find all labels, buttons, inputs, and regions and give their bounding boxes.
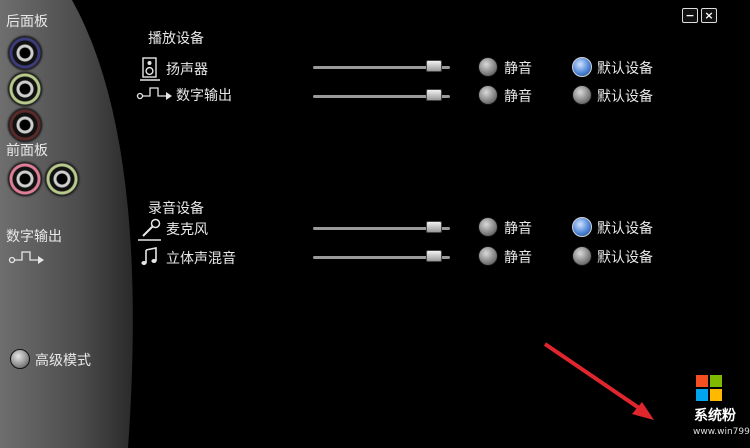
digital-output-icon xyxy=(8,251,44,264)
slider-thumb[interactable] xyxy=(426,221,442,233)
advanced-mode-radio[interactable] xyxy=(10,349,30,369)
minimize-icon: − xyxy=(685,9,695,22)
minimize-button[interactable]: − xyxy=(682,8,698,23)
close-icon: × xyxy=(704,9,714,22)
mute-radio-digital-output[interactable] xyxy=(478,85,498,105)
mute-radio-speaker[interactable] xyxy=(478,57,498,77)
device-name-digital-output: 数字输出 xyxy=(176,88,232,104)
device-name-speaker: 扬声器 xyxy=(166,62,208,78)
watermark-brand: 系统粉 xyxy=(694,408,736,424)
slider-thumb[interactable] xyxy=(426,60,442,72)
back-jack-mic[interactable] xyxy=(8,108,42,142)
slider-thumb[interactable] xyxy=(426,250,442,262)
device-name-microphone: 麦克风 xyxy=(166,222,208,238)
mute-radio-stereo-mix[interactable] xyxy=(478,246,498,266)
microphone-icon xyxy=(138,218,161,241)
mute-label-digital-output: 静音 xyxy=(504,89,532,105)
front-jack-mic[interactable] xyxy=(8,162,42,196)
digital-output-icon xyxy=(136,87,172,100)
default-radio-stereo-mix[interactable] xyxy=(572,246,592,266)
default-radio-speaker[interactable] xyxy=(572,57,592,77)
back-jack-line-in[interactable] xyxy=(8,36,42,70)
default-radio-microphone[interactable] xyxy=(572,217,592,237)
default-label-stereo-mix: 默认设备 xyxy=(597,250,653,266)
volume-slider-speaker[interactable] xyxy=(313,60,450,72)
watermark: 系统粉 www.win7999.com xyxy=(693,375,750,448)
back-jack-line-out[interactable] xyxy=(8,72,42,106)
default-radio-digital-output[interactable] xyxy=(572,85,592,105)
mute-label-speaker: 静音 xyxy=(504,61,532,77)
front-jack-headphone[interactable] xyxy=(45,162,79,196)
slider-thumb[interactable] xyxy=(426,89,442,101)
front-panel-label: 前面板 xyxy=(6,143,48,159)
default-label-speaker: 默认设备 xyxy=(597,61,653,77)
default-label-microphone: 默认设备 xyxy=(597,221,653,237)
mute-label-stereo-mix: 静音 xyxy=(504,250,532,266)
mute-radio-microphone[interactable] xyxy=(478,217,498,237)
recording-heading: 录音设备 xyxy=(148,201,204,217)
close-button[interactable]: × xyxy=(701,8,717,23)
music-note-icon xyxy=(141,247,157,265)
device-name-stereo-mix: 立体声混音 xyxy=(166,251,236,267)
speaker-icon xyxy=(140,57,160,81)
advanced-mode-label[interactable]: 高级模式 xyxy=(35,350,91,370)
digital-out-label: 数字输出 xyxy=(6,229,62,245)
volume-slider-digital-output[interactable] xyxy=(313,89,450,101)
back-panel-label: 后面板 xyxy=(6,14,48,30)
watermark-url: www.win7999.com xyxy=(693,427,750,437)
volume-slider-microphone[interactable] xyxy=(313,221,450,233)
volume-slider-stereo-mix[interactable] xyxy=(313,250,450,262)
windows-logo-icon xyxy=(696,375,722,401)
playback-heading: 播放设备 xyxy=(148,31,204,47)
mute-label-microphone: 静音 xyxy=(504,221,532,237)
default-label-digital-output: 默认设备 xyxy=(597,89,653,105)
